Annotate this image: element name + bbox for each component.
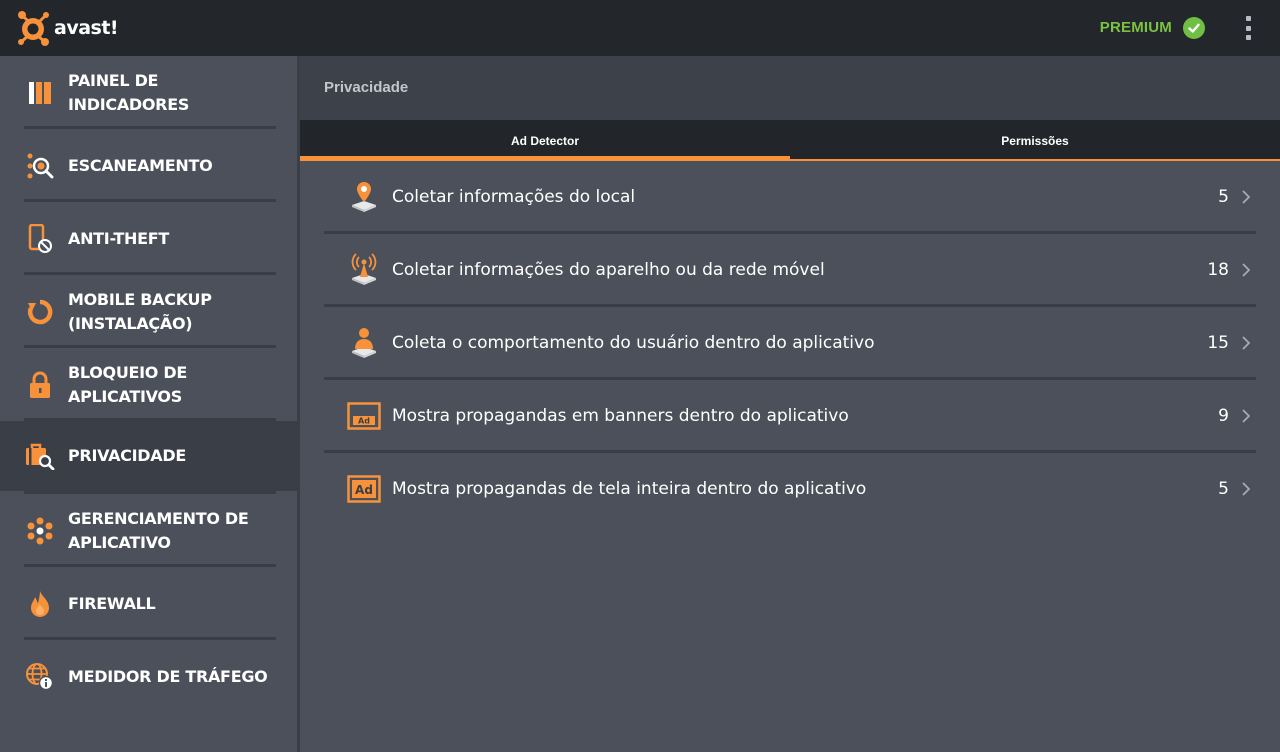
backup-icon <box>24 296 56 328</box>
row-count: 9 <box>1218 405 1229 426</box>
sidebar-item-scan[interactable]: ESCANEAMENTO <box>0 129 297 202</box>
lock-icon <box>24 369 56 401</box>
sidebar-item-firewall[interactable]: FIREWALL <box>0 567 297 640</box>
row-label: Coletar informações do local <box>392 186 636 207</box>
sidebar-item-app-manager[interactable]: GERENCIAMENTO DE APLICATIVO <box>0 494 297 567</box>
sidebar-item-label: ANTI-THEFT <box>68 228 170 248</box>
overflow-menu-icon[interactable] <box>1236 14 1260 42</box>
list-item-location[interactable]: Coletar informações do local 5 <box>324 160 1256 233</box>
sidebar-item-label: MEDIDOR DE TRÁFEGO <box>68 666 268 686</box>
user-icon <box>346 325 382 361</box>
page-title: Privacidade <box>324 79 409 96</box>
sidebar-item-label: GERENCIAMENTO DE APLICATIVO <box>68 508 249 552</box>
svg-text:Ad: Ad <box>358 416 370 425</box>
sidebar-item-app-lock[interactable]: BLOQUEIO DE APLICATIVOS <box>0 348 297 421</box>
list-item-fullscreen-ads[interactable]: Ad Mostra propagandas de tela inteira de… <box>324 452 1256 525</box>
antenna-icon <box>346 252 382 288</box>
row-label: Mostra propagandas em banners dentro do … <box>392 405 849 426</box>
chevron-right-icon <box>1240 408 1252 424</box>
app-manager-icon <box>24 515 56 547</box>
sidebar-item-label: PRIVACIDADE <box>68 446 186 465</box>
row-label: Coleta o comportamento do usuário dentro… <box>392 332 875 353</box>
sidebar-item-label: BLOQUEIO DE APLICATIVOS <box>68 362 187 406</box>
page-header: Privacidade <box>300 56 1280 120</box>
sidebar-item-label: PAINEL DE INDICADORES <box>68 70 190 114</box>
main-content: Privacidade Ad Detector Permissões Colet… <box>300 56 1280 752</box>
svg-text:Ad: Ad <box>355 483 373 497</box>
ad-banner-icon: Ad <box>346 398 382 434</box>
chevron-right-icon <box>1240 481 1252 497</box>
row-label: Mostra propagandas de tela inteira dentr… <box>392 478 867 499</box>
dashboard-icon <box>24 77 56 109</box>
premium-label: PREMIUM <box>1099 19 1172 36</box>
ad-fullscreen-icon: Ad <box>346 471 382 507</box>
sidebar-item-label: MOBILE BACKUP (INSTALAÇÃO) <box>68 289 212 333</box>
chevron-right-icon <box>1240 189 1252 205</box>
chevron-right-icon <box>1240 335 1252 351</box>
sidebar-item-traffic-meter[interactable]: MEDIDOR DE TRÁFEGO <box>0 640 297 713</box>
top-bar: avast! PREMIUM <box>0 0 1280 56</box>
fire-icon <box>24 588 56 620</box>
sidebar-item-dashboard[interactable]: PAINEL DE INDICADORES <box>0 56 297 129</box>
row-count: 5 <box>1218 478 1229 499</box>
sidebar-item-label: ESCANEAMENTO <box>68 155 213 175</box>
globe-info-icon <box>24 661 56 693</box>
tab-label: Permissões <box>1001 133 1069 148</box>
chevron-right-icon <box>1240 262 1252 278</box>
list-item-device-network[interactable]: Coletar informações do aparelho ou da re… <box>324 233 1256 306</box>
check-icon <box>1183 17 1205 39</box>
location-pin-icon <box>346 179 382 215</box>
list-item-banner-ads[interactable]: Ad Mostra propagandas em banners dentro … <box>324 379 1256 452</box>
sidebar-item-anti-theft[interactable]: ANTI-THEFT <box>0 202 297 275</box>
sidebar-item-privacy[interactable]: PRIVACIDADE <box>0 421 300 491</box>
sidebar: PAINEL DE INDICADORES ESCANEAMENTO ANTI-… <box>0 56 300 752</box>
anti-theft-phone-icon <box>24 223 56 255</box>
scan-icon <box>24 150 56 182</box>
row-count: 18 <box>1207 259 1229 280</box>
logo-text: avast! <box>54 17 119 39</box>
tab-permissions[interactable]: Permissões <box>790 120 1280 161</box>
avast-logo: avast! <box>16 8 119 48</box>
privacy-icon <box>24 440 56 472</box>
row-count: 5 <box>1218 186 1229 207</box>
tab-bar: Ad Detector Permissões <box>300 120 1280 161</box>
row-label: Coletar informações do aparelho ou da re… <box>392 259 825 280</box>
sidebar-item-label: FIREWALL <box>68 593 156 613</box>
list-item-user-behavior[interactable]: Coleta o comportamento do usuário dentro… <box>324 306 1256 379</box>
avast-orb-icon <box>18 11 49 46</box>
row-count: 15 <box>1207 332 1229 353</box>
sidebar-item-mobile-backup[interactable]: MOBILE BACKUP (INSTALAÇÃO) <box>0 275 297 348</box>
tab-label: Ad Detector <box>510 133 579 148</box>
tab-ad-detector[interactable]: Ad Detector <box>300 120 790 161</box>
